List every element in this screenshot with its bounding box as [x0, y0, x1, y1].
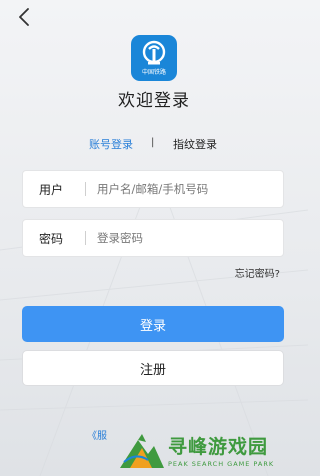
forgot-password-link[interactable]: 忘记密码?: [235, 265, 280, 280]
username-field[interactable]: 用户: [22, 170, 284, 208]
back-button[interactable]: [12, 4, 36, 30]
username-label: 用户: [39, 182, 64, 197]
tab-account-login[interactable]: 账号登录: [89, 136, 133, 152]
login-button[interactable]: 登录: [22, 306, 284, 342]
logo-caption: 中国铁路: [141, 69, 166, 76]
page-title: 欢迎登录: [118, 91, 190, 111]
mountain-logo-icon: [120, 434, 164, 468]
watermark-logo: 寻峰游戏园 PEAK SEARCH GAME PARK: [118, 430, 308, 476]
watermark-text: 寻峰游戏园 PEAK SEARCH GAME PARK: [168, 432, 274, 468]
app-logo: 中国铁路: [131, 35, 177, 81]
password-label: 密码: [39, 231, 64, 246]
register-button[interactable]: 注册: [22, 350, 284, 386]
watermark-subtitle: PEAK SEARCH GAME PARK: [168, 460, 275, 468]
field-divider: [85, 182, 86, 196]
service-agreement-link[interactable]: 《服: [87, 427, 107, 442]
password-field[interactable]: 密码: [22, 219, 284, 257]
watermark-title: 寻峰游戏园: [168, 436, 269, 458]
railway-logo-icon: [142, 40, 166, 65]
tab-fingerprint-login[interactable]: 指纹登录: [173, 136, 217, 152]
login-tabs: 账号登录 | 指纹登录: [0, 136, 308, 154]
tab-separator: |: [151, 137, 155, 148]
password-input[interactable]: [97, 231, 283, 245]
username-input[interactable]: [97, 182, 283, 196]
chevron-left-icon: [19, 8, 29, 26]
field-divider: [85, 231, 86, 245]
